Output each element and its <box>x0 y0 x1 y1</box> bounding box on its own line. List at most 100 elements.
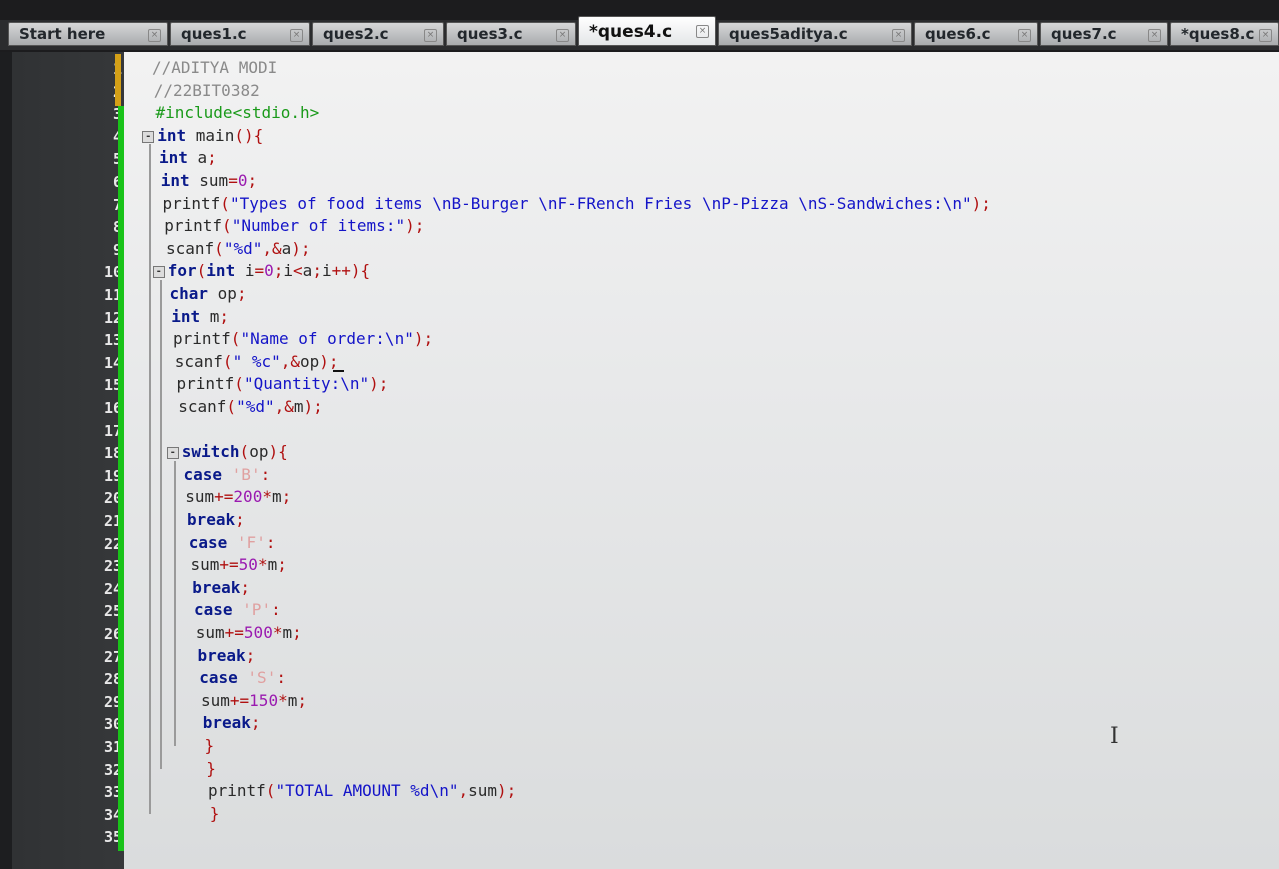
code-token: } <box>206 758 216 778</box>
code-line[interactable]: break; <box>192 578 250 597</box>
code-token: int <box>159 148 188 168</box>
code-token: m <box>271 487 282 507</box>
line-number: 32 <box>103 760 122 779</box>
code-line[interactable]: int sum=0; <box>161 171 257 190</box>
code-line[interactable]: printf("TOTAL AMOUNT %d\n",sum); <box>208 781 516 800</box>
code-token: ){ <box>268 442 288 462</box>
close-icon[interactable]: × <box>148 29 161 42</box>
code-line[interactable]: case 'S': <box>199 668 286 687</box>
code-line[interactable]: //ADITYA MODI <box>152 58 277 77</box>
fold-toggle-icon[interactable]: - <box>142 130 155 143</box>
tab-ques4-c[interactable]: *ques4.c × <box>578 16 716 46</box>
code-token: = <box>228 171 238 190</box>
close-icon[interactable]: × <box>290 29 303 42</box>
close-icon[interactable]: × <box>1259 29 1272 42</box>
code-line[interactable]: case 'F': <box>189 533 276 552</box>
code-line[interactable]: sum+=50*m; <box>191 555 287 574</box>
code-token: ; <box>292 623 302 642</box>
line-number: 31 <box>103 738 122 756</box>
close-icon[interactable]: × <box>892 29 905 42</box>
code-line[interactable]: sum+=200*m; <box>185 487 291 506</box>
code-token: scanf <box>178 397 227 416</box>
tab-bar: Start here × ques1.c × ques2.c × ques3.c × *ques… <box>0 0 1279 52</box>
line-number: 33 <box>103 783 122 802</box>
code-line[interactable]: //22BIT0382 <box>154 81 260 100</box>
code-line[interactable]: } <box>205 736 215 755</box>
code-line[interactable]: switch(op){ <box>182 442 288 461</box>
code-line[interactable]: sum+=150*m; <box>201 691 307 710</box>
code-token: printf <box>162 193 221 213</box>
code-token: * <box>262 487 272 507</box>
line-number: 21 <box>103 512 122 530</box>
code-line[interactable]: printf("Quantity:\n"); <box>177 374 389 393</box>
close-icon[interactable]: × <box>1148 29 1161 42</box>
line-number: 26 <box>103 625 122 643</box>
tab-start-here[interactable]: Start here × <box>8 22 168 46</box>
line-number: 22 <box>103 534 122 553</box>
code-line[interactable]: } <box>206 759 216 778</box>
code-line[interactable]: break; <box>187 510 245 529</box>
code-token: int <box>171 306 201 326</box>
code-token: break <box>202 713 251 733</box>
code-line[interactable]: int a; <box>159 148 217 167</box>
line-number: 6 <box>12 173 122 191</box>
code-token: ++){ <box>331 261 371 281</box>
code-token: printf <box>164 216 223 236</box>
line-number: 7 <box>12 196 122 214</box>
fold-guide-line <box>173 460 176 746</box>
code-line[interactable]: #include<stdio.h> <box>156 103 320 122</box>
code-token: "%d" <box>223 238 263 258</box>
code-token: ; <box>297 690 307 710</box>
code-token: op <box>208 284 237 303</box>
code-line[interactable]: break; <box>203 713 261 732</box>
code-token: i <box>321 261 332 281</box>
tab-ques1-c[interactable]: ques1.c × <box>170 22 310 46</box>
code-token: switch <box>181 442 240 462</box>
tab-ques3-c[interactable]: ques3.c × <box>446 22 576 46</box>
code-line[interactable]: char op; <box>170 284 247 303</box>
fold-toggle-icon[interactable]: - <box>152 266 165 279</box>
tab-ques8-c[interactable]: *ques8.c × <box>1170 22 1279 46</box>
line-number: 28 <box>103 670 122 689</box>
code-line[interactable]: sum+=500*m; <box>196 623 302 642</box>
close-icon[interactable]: × <box>1018 29 1031 42</box>
code-token: break <box>192 577 241 597</box>
close-icon[interactable]: × <box>556 29 569 42</box>
tab-ques5aditya-c[interactable]: ques5aditya.c × <box>718 22 912 46</box>
text-cursor <box>332 369 344 372</box>
code-line[interactable]: case 'P': <box>194 600 281 619</box>
code-token: : <box>271 600 281 620</box>
tab-label: *ques4.c <box>589 22 673 42</box>
code-line[interactable]: printf("Name of order:\n"); <box>173 329 433 348</box>
code-line[interactable]: printf("Types of food items \nB-Burger \… <box>163 194 991 213</box>
code-token: ; <box>207 148 217 168</box>
line-number: 5 <box>12 150 122 168</box>
code-line[interactable]: scanf(" %c",&op); <box>175 352 339 371</box>
code-token: 'P' <box>242 600 272 620</box>
tab-ques6-c[interactable]: ques6.c × <box>914 22 1038 46</box>
tab-label: ques6.c <box>925 25 991 43</box>
code-token: #include<stdio.h> <box>155 103 320 123</box>
code-line[interactable]: break; <box>198 646 256 665</box>
tab-ques2-c[interactable]: ques2.c × <box>312 22 444 46</box>
code-line[interactable]: case 'B': <box>184 465 271 484</box>
fold-toggle-icon[interactable]: - <box>166 447 179 460</box>
code-token: 200 <box>233 487 263 507</box>
code-line[interactable]: int m; <box>171 307 229 326</box>
code-token: "Number of items:" <box>231 216 406 236</box>
code-line[interactable]: int main(){ <box>157 126 263 145</box>
code-line[interactable]: for(int i=0;i<a;i++){ <box>168 261 370 280</box>
line-number: 20 <box>103 489 122 508</box>
close-icon[interactable]: × <box>696 25 709 38</box>
code-editor[interactable] <box>124 52 1279 869</box>
close-icon[interactable]: × <box>424 29 437 42</box>
code-line[interactable]: } <box>210 804 220 823</box>
tab-ques7-c[interactable]: ques7.c × <box>1040 22 1168 46</box>
code-line[interactable]: scanf("%d",&a); <box>166 239 311 258</box>
code-line[interactable]: scanf("%d",&m); <box>178 397 323 416</box>
code-token: 'B' <box>231 464 261 484</box>
code-line[interactable]: printf("Number of items:"); <box>164 216 424 235</box>
code-token: ( <box>239 442 250 462</box>
